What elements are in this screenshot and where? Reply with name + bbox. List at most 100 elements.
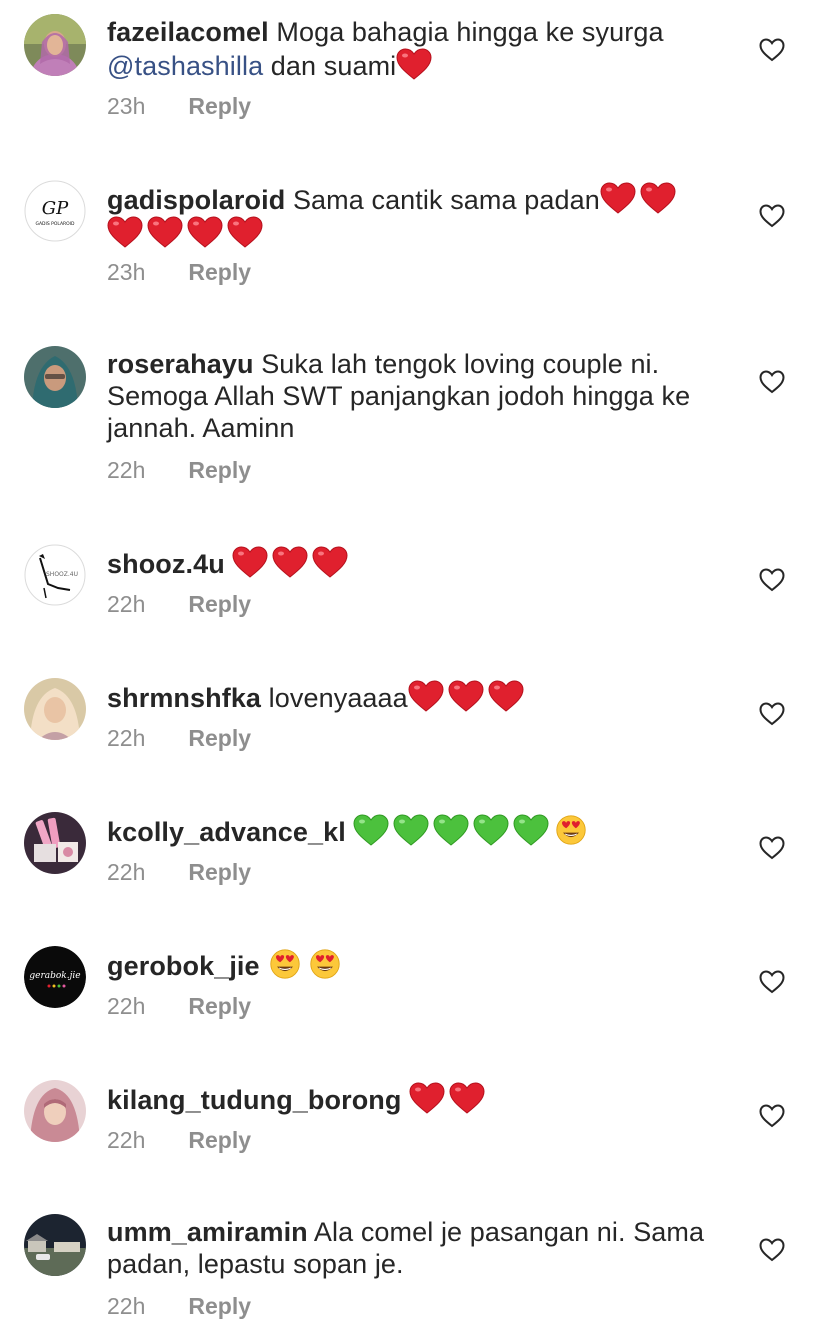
red-heart-icon <box>272 546 308 578</box>
timestamp: 23h <box>107 259 146 285</box>
timestamp: 22h <box>107 1127 146 1153</box>
red-heart-icon <box>448 680 484 712</box>
green-heart-icon <box>433 814 469 846</box>
comment-text: gadispolaroid Sama cantik sama padan <box>107 182 707 250</box>
red-heart-icon <box>488 680 524 712</box>
timestamp: 22h <box>107 591 146 617</box>
green-heart-icon <box>473 814 509 846</box>
reply-button[interactable]: Reply <box>188 859 251 885</box>
reply-button[interactable]: Reply <box>188 457 251 483</box>
comment-item: gerabok.jie gerobok_jie 22h Reply <box>0 940 828 1070</box>
heart-eyes-icon <box>553 814 589 846</box>
timestamp: 22h <box>107 457 146 483</box>
like-heart-icon[interactable] <box>759 1238 785 1262</box>
comment-text: gerobok_jie <box>107 948 707 982</box>
green-heart-icon <box>353 814 389 846</box>
username[interactable]: gadispolaroid <box>107 185 285 215</box>
comment-item: fazeilacomel Moga bahagia hingga ke syur… <box>0 8 828 158</box>
red-heart-icon <box>449 1082 485 1114</box>
reply-button[interactable]: Reply <box>188 259 251 285</box>
avatar[interactable]: GP GADIS POLAROID <box>24 180 86 242</box>
avatar-logo-text: gerabok.jie <box>29 971 80 981</box>
red-heart-icon <box>396 48 432 80</box>
username[interactable]: roserahayu <box>107 349 254 379</box>
comment-body: Moga bahagia hingga ke syurga <box>276 17 664 47</box>
comment-item: shrmnshfka lovenyaaaa 22h Reply <box>0 672 828 802</box>
reply-button[interactable]: Reply <box>188 591 251 617</box>
comment-meta: 22h Reply <box>107 725 251 752</box>
green-heart-icon <box>513 814 549 846</box>
red-heart-icon <box>227 216 263 248</box>
comment-meta: 22h Reply <box>107 457 251 484</box>
comment-meta: 22h Reply <box>107 591 251 618</box>
comment-item: kcolly_advance_kl 22h Reply <box>0 806 828 936</box>
comment-text: umm_amiramin Ala comel je pasangan ni. S… <box>107 1216 707 1280</box>
reply-button[interactable]: Reply <box>188 725 251 751</box>
username[interactable]: umm_amiramin <box>107 1217 308 1247</box>
like-heart-icon[interactable] <box>759 38 785 62</box>
red-heart-icon <box>408 680 444 712</box>
avatar[interactable] <box>24 812 86 874</box>
red-heart-icon <box>312 546 348 578</box>
reply-button[interactable]: Reply <box>188 993 251 1019</box>
red-heart-icon <box>640 182 676 214</box>
like-heart-icon[interactable] <box>759 1104 785 1128</box>
red-heart-icon <box>232 546 268 578</box>
green-heart-icon <box>393 814 429 846</box>
like-heart-icon[interactable] <box>759 836 785 860</box>
timestamp: 22h <box>107 993 146 1019</box>
mention-link[interactable]: @tashashilla <box>107 51 263 81</box>
comment-body-tail: dan suami <box>270 51 397 81</box>
red-heart-icon <box>409 1082 445 1114</box>
comment-meta: 23h Reply <box>107 259 251 286</box>
red-heart-icon <box>187 216 223 248</box>
timestamp: 22h <box>107 1293 146 1319</box>
heart-eyes-icon <box>307 948 343 980</box>
avatar[interactable] <box>24 1080 86 1142</box>
avatar-logo-text: SHOOZ.4U <box>46 571 78 578</box>
username[interactable]: gerobok_jie <box>107 951 260 981</box>
comment-meta: 22h Reply <box>107 859 251 886</box>
reply-button[interactable]: Reply <box>188 1127 251 1153</box>
comment-text: shrmnshfka lovenyaaaa <box>107 680 707 714</box>
timestamp: 22h <box>107 859 146 885</box>
username[interactable]: kilang_tudung_borong <box>107 1085 401 1115</box>
red-heart-icon <box>147 216 183 248</box>
comment-item: umm_amiramin Ala comel je pasangan ni. S… <box>0 1208 828 1328</box>
comment-text: roserahayu Suka lah tengok loving couple… <box>107 348 707 444</box>
username[interactable]: kcolly_advance_kl <box>107 817 346 847</box>
comment-meta: 22h Reply <box>107 993 251 1020</box>
username[interactable]: shrmnshfka <box>107 683 261 713</box>
comment-meta: 22h Reply <box>107 1127 251 1154</box>
avatar[interactable]: gerabok.jie <box>24 946 86 1008</box>
comment-item: SHOOZ.4U shooz.4u 22h Reply <box>0 538 828 668</box>
comment-item: GP GADIS POLAROID gadispolaroid Sama can… <box>0 174 828 324</box>
avatar[interactable] <box>24 678 86 740</box>
timestamp: 22h <box>107 725 146 751</box>
reply-button[interactable]: Reply <box>188 1293 251 1319</box>
comment-item: roserahayu Suka lah tengok loving couple… <box>0 340 828 520</box>
avatar-logo-text: GP <box>42 198 69 219</box>
comment-meta: 23h Reply <box>107 93 251 120</box>
like-heart-icon[interactable] <box>759 370 785 394</box>
avatar[interactable] <box>24 1214 86 1276</box>
username[interactable]: fazeilacomel <box>107 17 269 47</box>
like-heart-icon[interactable] <box>759 970 785 994</box>
avatar[interactable] <box>24 346 86 408</box>
avatar[interactable] <box>24 14 86 76</box>
username[interactable]: shooz.4u <box>107 549 225 579</box>
like-heart-icon[interactable] <box>759 568 785 592</box>
like-heart-icon[interactable] <box>759 204 785 228</box>
timestamp: 23h <box>107 93 146 119</box>
avatar-logo-subtext: GADIS POLAROID <box>35 221 75 227</box>
comment-item: kilang_tudung_borong 22h Reply <box>0 1074 828 1204</box>
avatar[interactable]: SHOOZ.4U <box>24 544 86 606</box>
like-heart-icon[interactable] <box>759 702 785 726</box>
comment-text: kcolly_advance_kl <box>107 814 707 848</box>
comment-meta: 22h Reply <box>107 1293 251 1320</box>
comment-body: lovenyaaaa <box>268 683 408 713</box>
red-heart-icon <box>107 216 143 248</box>
heart-eyes-icon <box>267 948 303 980</box>
comment-text: shooz.4u <box>107 546 707 580</box>
reply-button[interactable]: Reply <box>188 93 251 119</box>
